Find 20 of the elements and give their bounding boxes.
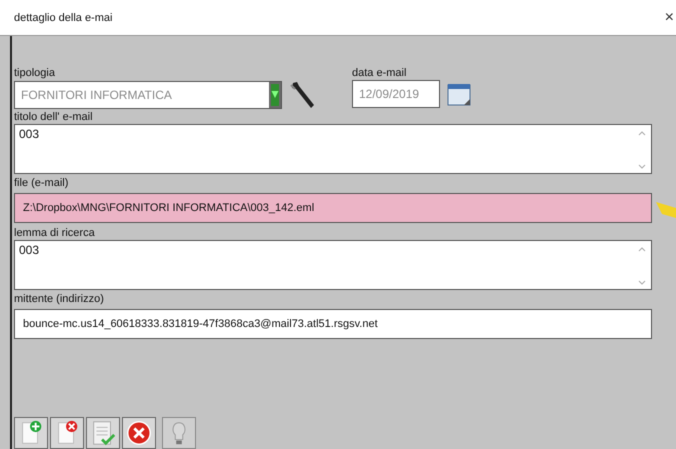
text-area[interactable]: 003 [14, 124, 652, 174]
field-label: data e-mail [352, 66, 406, 80]
dropdown-arrow-icon[interactable] [269, 82, 281, 108]
input-field[interactable]: Z:\Dropbox\MNG\FORNITORI INFORMATICA\003_142.eml [14, 193, 652, 223]
window-title: dettaglio della e-mai [14, 12, 112, 24]
field-label: lemma di ricerca [14, 226, 95, 240]
wrench-icon[interactable] [288, 80, 316, 110]
close-button[interactable]: × [662, 8, 676, 26]
cancel-button[interactable] [122, 417, 156, 449]
calendar-icon[interactable] [446, 81, 472, 107]
field-label: mittente (indirizzo) [14, 292, 104, 306]
field-label: tipologia [14, 66, 55, 80]
remove-button[interactable] [50, 417, 84, 449]
confirm-button[interactable] [86, 417, 120, 449]
cancel-icon [125, 419, 153, 447]
field-label: titolo dell' e-mail [14, 110, 93, 124]
field-label: file (e-mail) [14, 176, 68, 190]
add-button[interactable] [14, 417, 48, 449]
input-field[interactable]: bounce-mc.us14_60618333.831819-47f3868ca3@mail73.atl51.rsgsv.net [14, 309, 652, 339]
text-area[interactable]: 003 [14, 240, 652, 290]
